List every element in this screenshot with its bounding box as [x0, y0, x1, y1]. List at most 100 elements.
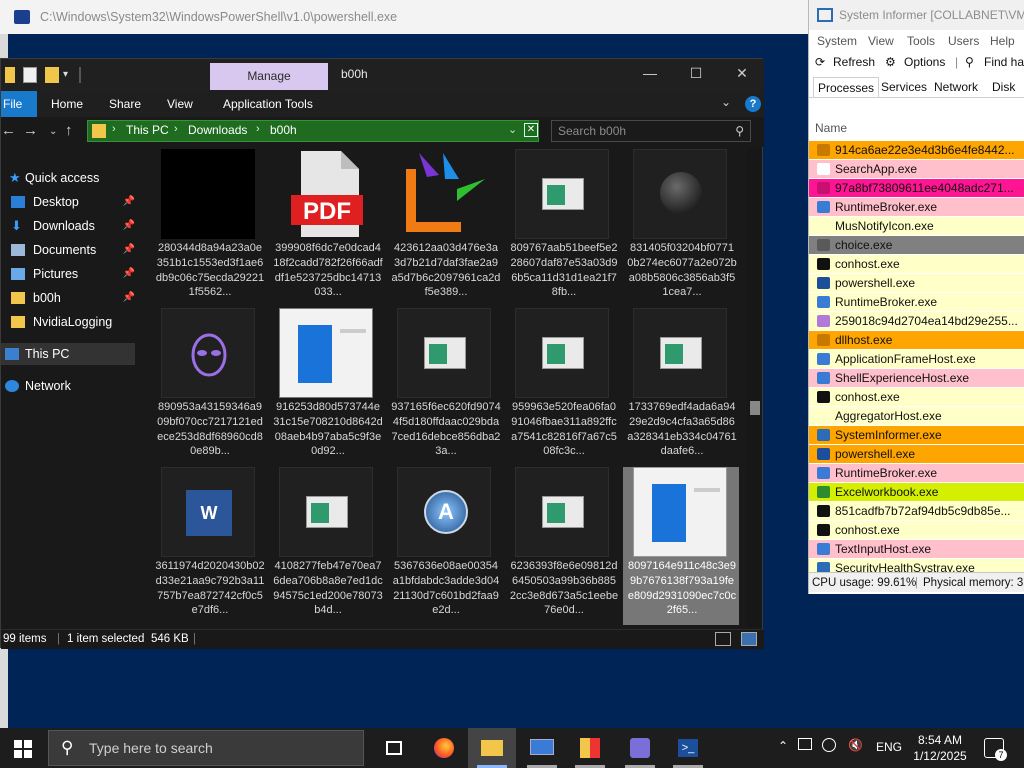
process-row[interactable]: SearchApp.exe: [809, 160, 1024, 178]
file-tile[interactable]: 959963e520fea06fa091046fbae311a892ffca75…: [505, 308, 621, 466]
breadcrumb-downloads[interactable]: Downloads: [188, 123, 247, 137]
process-row[interactable]: 914ca6ae22e3e4d3b6e4fe8442...: [809, 141, 1024, 159]
file-tile[interactable]: 890953a43159346a909bf070cc7217121edece25…: [151, 308, 267, 466]
file-tile-selected[interactable]: 8097164e911c48c3e99b7676138f793a19fee809…: [623, 467, 739, 625]
recent-locations-icon[interactable]: ⌄: [49, 126, 57, 137]
column-header-name[interactable]: Name: [809, 116, 1024, 140]
globe-icon[interactable]: [822, 738, 836, 752]
powershell-taskbar-icon[interactable]: >_: [664, 728, 712, 768]
system-informer-window[interactable]: System Informer [COLLABNET\VM9] System V…: [808, 0, 1024, 594]
refresh-button[interactable]: Refresh: [833, 55, 875, 69]
show-hidden-icons[interactable]: ⌃: [778, 739, 788, 753]
menu-view[interactable]: View: [868, 34, 894, 48]
tab-services[interactable]: Services: [877, 77, 931, 97]
forward-arrow-icon[interactable]: →: [23, 122, 38, 139]
help-icon[interactable]: ?: [745, 96, 761, 112]
file-tile[interactable]: PDF 399908f6dc7e0dcad418f2cadd782f26f66a…: [269, 149, 385, 307]
find-handles-button[interactable]: Find ha: [984, 55, 1024, 69]
file-explorer-window[interactable]: ▾ Manage b00h — ☐ ✕ File Home Share View…: [0, 58, 764, 649]
notification-icon[interactable]: 7: [984, 738, 1007, 761]
tab-file[interactable]: File: [1, 91, 37, 117]
nav-this-pc[interactable]: This PC: [1, 343, 135, 365]
minimize-button[interactable]: —: [635, 65, 665, 81]
firefox-icon[interactable]: [420, 728, 468, 768]
network-app-icon[interactable]: [518, 728, 566, 768]
tab-processes[interactable]: Processes: [813, 77, 880, 97]
process-row[interactable]: choice.exe: [809, 236, 1024, 254]
back-arrow-icon[interactable]: ←: [1, 122, 16, 139]
menu-help[interactable]: Help: [990, 34, 1015, 48]
tab-application-tools[interactable]: Application Tools: [223, 91, 313, 117]
explorer-title-bar[interactable]: ▾ Manage b00h — ☐ ✕: [1, 59, 764, 91]
address-dropdown-icon[interactable]: ⌄: [508, 123, 517, 136]
windows-start-icon[interactable]: [14, 740, 32, 758]
process-row[interactable]: RuntimeBroker.exe: [809, 464, 1024, 482]
system-informer-taskbar-icon[interactable]: [616, 728, 664, 768]
process-row[interactable]: conhost.exe: [809, 255, 1024, 273]
scrollbar-thumb[interactable]: [750, 401, 760, 415]
search-icon[interactable]: ⚲: [965, 55, 974, 69]
manage-tab[interactable]: Manage: [210, 63, 328, 90]
taskbar-search-box[interactable]: ⚲ Type here to search: [48, 730, 364, 766]
refresh-icon[interactable]: ⟳: [815, 55, 825, 69]
file-tile[interactable]: A 5367636e08ae00354a1bfdabdc3adde3d04211…: [387, 467, 503, 625]
file-tile[interactable]: 916253d80d573744e31c15e708210d8642d08aeb…: [269, 308, 385, 466]
process-row[interactable]: TextInputHost.exe: [809, 540, 1024, 558]
properties-icon[interactable]: [23, 67, 37, 83]
tab-share[interactable]: Share: [109, 91, 141, 117]
file-tile[interactable]: 423612aa03d476e3a3d7b21d7daf3fae2a9a5d7b…: [387, 149, 503, 307]
tab-view[interactable]: View: [167, 91, 193, 117]
details-view-icon[interactable]: [715, 632, 731, 646]
clear-address-icon[interactable]: ✕: [524, 123, 538, 137]
process-row[interactable]: AggregatorHost.exe: [809, 407, 1024, 425]
process-row[interactable]: ApplicationFrameHost.exe: [809, 350, 1024, 368]
process-row[interactable]: ShellExperienceHost.exe: [809, 369, 1024, 387]
clock[interactable]: 8:54 AM 1/12/2025: [908, 732, 972, 764]
process-row[interactable]: SystemInformer.exe: [809, 426, 1024, 444]
file-tile[interactable]: 937165f6ec620fd90744f5d180ffdaac029bda7c…: [387, 308, 503, 466]
process-row[interactable]: 851cadfb7b72af94db5c9db85e...: [809, 502, 1024, 520]
file-tile[interactable]: 280344d8a94a23a0e351b1c1553ed3f1ae6db9c0…: [151, 149, 267, 307]
breadcrumb-this-pc[interactable]: This PC: [126, 123, 169, 137]
menu-users[interactable]: Users: [948, 34, 979, 48]
nav-documents[interactable]: Documents 📌: [1, 239, 139, 261]
process-row[interactable]: 97a8bf73809611ee4048adc271...: [809, 179, 1024, 197]
process-row[interactable]: SecurityHealthSystray.exe: [809, 559, 1024, 572]
tab-disk[interactable]: Disk: [988, 77, 1019, 97]
process-row[interactable]: powershell.exe: [809, 445, 1024, 463]
tab-network[interactable]: Network: [930, 77, 982, 97]
up-arrow-icon[interactable]: ↑: [65, 122, 73, 139]
process-row[interactable]: MusNotifyIcon.exe: [809, 217, 1024, 235]
gear-icon[interactable]: ⚙: [885, 55, 896, 69]
nav-b00h[interactable]: b00h 📌: [1, 287, 139, 309]
nav-downloads[interactable]: ⬇ Downloads 📌: [1, 215, 139, 237]
process-row[interactable]: conhost.exe: [809, 521, 1024, 539]
process-row[interactable]: conhost.exe: [809, 388, 1024, 406]
file-explorer-taskbar-icon[interactable]: [468, 728, 516, 768]
menu-system[interactable]: System: [817, 34, 857, 48]
process-row[interactable]: Excelworkbook.exe: [809, 483, 1024, 501]
address-bar[interactable]: › This PC › Downloads › b00h ⌄ ✕: [87, 120, 539, 142]
file-tile[interactable]: 4108277feb47e70ea76dea706b8a8e7ed1dc9457…: [269, 467, 385, 625]
expand-ribbon-icon[interactable]: ⌄: [721, 95, 731, 109]
process-row[interactable]: powershell.exe: [809, 274, 1024, 292]
file-tile[interactable]: 831405f03204bf07710b274ec6077a2e072ba08b…: [623, 149, 739, 307]
system-informer-title-bar[interactable]: System Informer [COLLABNET\VM9]: [809, 0, 1024, 30]
breadcrumb-b00h[interactable]: b00h: [270, 123, 297, 137]
process-row[interactable]: 259018c94d2704ea14bd29e255...: [809, 312, 1024, 330]
process-row[interactable]: dllhost.exe: [809, 331, 1024, 349]
search-box[interactable]: Search b00h ⚲: [551, 120, 751, 142]
task-view-icon[interactable]: [370, 728, 418, 768]
file-tile[interactable]: 6236393f8e6e09812d6450503a99b36b8852cc3e…: [505, 467, 621, 625]
language-indicator[interactable]: ENG: [876, 740, 902, 754]
vertical-scrollbar[interactable]: [747, 149, 762, 627]
app-icon[interactable]: [566, 728, 614, 768]
nav-desktop[interactable]: Desktop 📌: [1, 191, 139, 213]
file-tile[interactable]: W 3611974d2020430b02d33e21aa9c792b3a1175…: [151, 467, 267, 625]
close-button[interactable]: ✕: [727, 65, 757, 82]
large-icons-view-icon[interactable]: [741, 632, 757, 646]
tab-home[interactable]: Home: [51, 91, 83, 117]
options-button[interactable]: Options: [904, 55, 945, 69]
process-row[interactable]: RuntimeBroker.exe: [809, 293, 1024, 311]
file-tile[interactable]: 809767aab51beef5e228607daf87e53a03d96b5c…: [505, 149, 621, 307]
